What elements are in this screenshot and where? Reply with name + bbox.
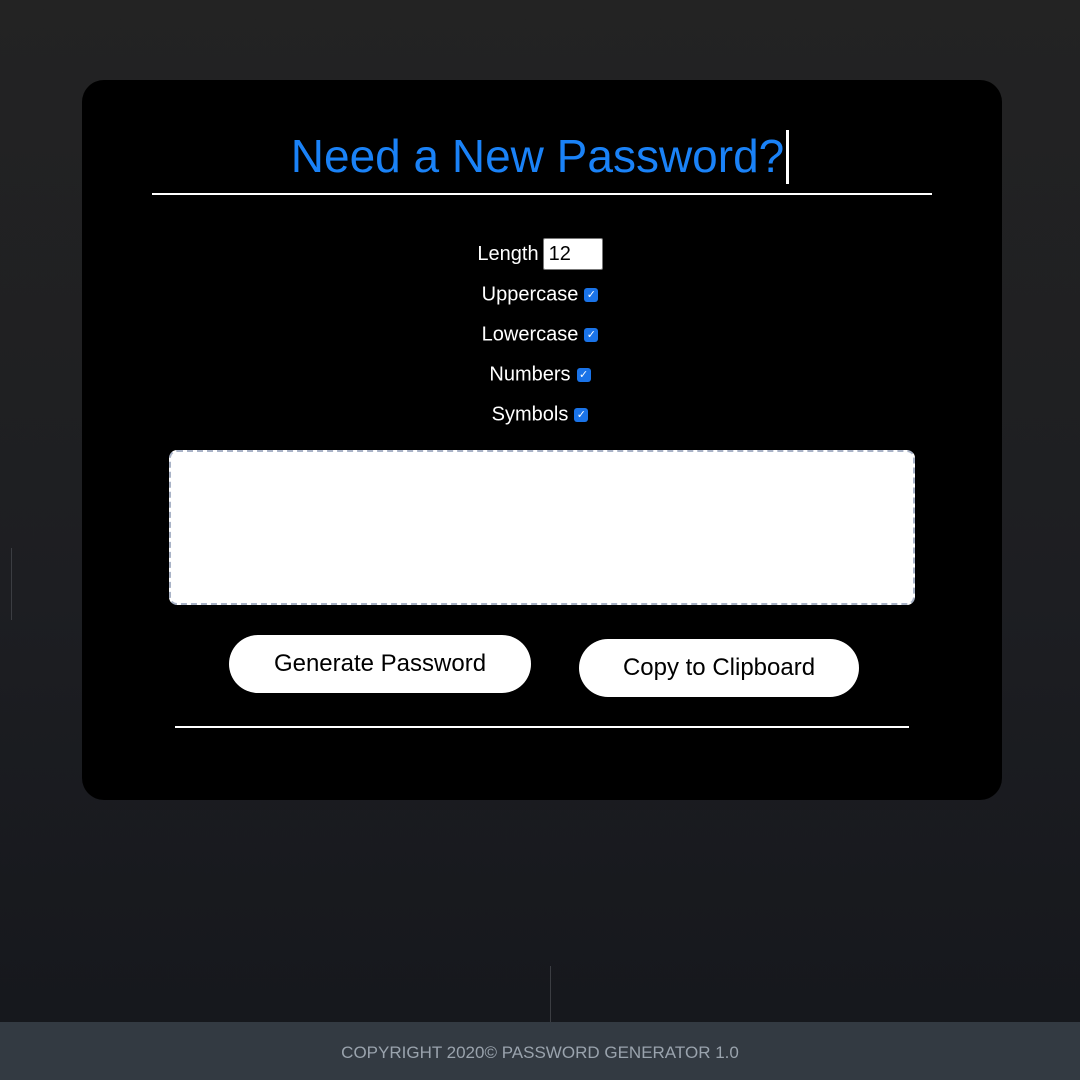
- length-input[interactable]: [542, 238, 603, 270]
- copyright-text: COPYRIGHT 2020© PASSWORD GENERATOR 1.0: [341, 1043, 739, 1062]
- header-divider: [152, 193, 932, 195]
- length-option: Length: [0, 238, 1080, 270]
- divider-left: [11, 548, 12, 620]
- numbers-label: Numbers: [489, 363, 571, 386]
- page-title-text: Need a New Password?: [290, 130, 785, 182]
- divider-center: [550, 966, 551, 1022]
- uppercase-option: Uppercase ✓: [0, 280, 1080, 309]
- uppercase-label: Uppercase: [481, 283, 579, 306]
- footer-divider: [175, 726, 909, 728]
- page-title: Need a New Password?: [0, 126, 1080, 186]
- symbols-label: Symbols: [491, 403, 569, 426]
- generate-password-button[interactable]: Generate Password: [229, 635, 531, 693]
- lowercase-checkbox[interactable]: ✓: [584, 327, 599, 342]
- lowercase-option: Lowercase ✓: [0, 320, 1080, 349]
- page-footer: COPYRIGHT 2020© PASSWORD GENERATOR 1.0: [0, 1022, 1080, 1080]
- symbols-option: Symbols ✓: [0, 400, 1080, 429]
- numbers-checkbox[interactable]: ✓: [576, 367, 591, 382]
- uppercase-checkbox[interactable]: ✓: [584, 287, 599, 302]
- copy-to-clipboard-button[interactable]: Copy to Clipboard: [579, 639, 859, 697]
- lowercase-label: Lowercase: [481, 323, 579, 346]
- password-output[interactable]: [169, 450, 915, 605]
- numbers-option: Numbers ✓: [0, 360, 1080, 389]
- symbols-checkbox[interactable]: ✓: [574, 407, 589, 422]
- generator-card: [82, 80, 1002, 800]
- length-label: Length: [477, 243, 539, 265]
- text-cursor: [786, 130, 790, 184]
